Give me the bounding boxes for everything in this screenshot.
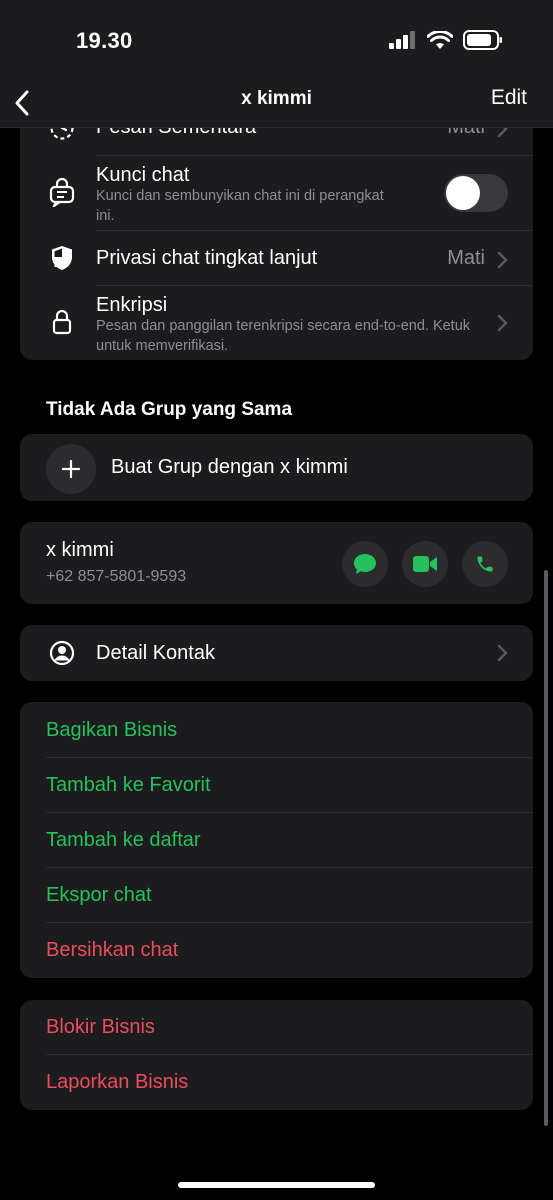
export-chat-row[interactable]: Ekspor chat xyxy=(20,868,533,923)
video-call-icon xyxy=(413,556,437,572)
edit-button[interactable]: Edit xyxy=(491,86,527,110)
clear-chat-label: Bersihkan chat xyxy=(46,939,179,961)
battery-icon xyxy=(463,30,502,50)
enkripsi-label: Enkripsi xyxy=(96,294,168,316)
chat-lock-icon xyxy=(48,177,76,207)
report-business-label: Laporkan Bisnis xyxy=(46,1071,189,1093)
phone-icon xyxy=(477,556,493,572)
contact-name: x kimmi xyxy=(46,539,114,561)
chevron-right-icon xyxy=(497,644,508,662)
contact-detail-label: Detail Kontak xyxy=(96,642,215,664)
create-group-card[interactable]: Buat Grup dengan x kimmi xyxy=(20,434,533,501)
add-favorite-row[interactable]: Tambah ke Favorit xyxy=(20,758,533,813)
kunci-chat-row: Kunci chat Kunci dan sembunyikan chat in… xyxy=(20,156,533,230)
contact-card: x kimmi +62 857-5801-9593 xyxy=(20,522,533,604)
create-group-label: Buat Grup dengan x kimmi xyxy=(111,456,348,478)
message-icon xyxy=(354,554,376,574)
share-business-label: Bagikan Bisnis xyxy=(46,719,178,741)
enkripsi-row[interactable]: Enkripsi Pesan dan panggilan terenkripsi… xyxy=(20,286,533,360)
wifi-icon xyxy=(427,30,453,49)
chevron-right-icon xyxy=(497,251,508,269)
contact-detail-card[interactable]: Detail Kontak xyxy=(20,625,533,681)
report-business-row[interactable]: Laporkan Bisnis xyxy=(20,1055,533,1110)
add-favorite-label: Tambah ke Favorit xyxy=(46,774,211,796)
phone-call-button[interactable] xyxy=(462,541,508,587)
actions-card: Bagikan Bisnis Tambah ke Favorit Tambah … xyxy=(20,702,533,978)
kunci-chat-label: Kunci chat xyxy=(96,164,190,186)
danger-card: Blokir Bisnis Laporkan Bisnis xyxy=(20,1000,533,1110)
block-business-row[interactable]: Blokir Bisnis xyxy=(20,1000,533,1055)
message-button[interactable] xyxy=(342,541,388,587)
navigation-bar: x kimmi Edit xyxy=(0,80,553,128)
privasi-chat-row[interactable]: Privasi chat tingkat lanjut Mati xyxy=(20,231,533,285)
privasi-chat-label: Privasi chat tingkat lanjut xyxy=(96,247,318,269)
contact-phone: +62 857-5801-9593 xyxy=(46,568,187,585)
chevron-right-icon xyxy=(497,314,508,332)
status-icons xyxy=(389,30,503,50)
toggle-knob xyxy=(446,176,480,210)
add-to-list-row[interactable]: Tambah ke daftar xyxy=(20,813,533,868)
video-call-button[interactable] xyxy=(402,541,448,587)
kunci-chat-toggle[interactable] xyxy=(444,174,508,212)
clear-chat-row[interactable]: Bersihkan chat xyxy=(20,923,533,978)
enkripsi-subtitle: Pesan dan panggilan terenkripsi secara e… xyxy=(96,318,471,354)
scrollbar[interactable] xyxy=(544,570,548,1126)
kunci-chat-subtitle: Kunci dan sembunyikan chat ini di perang… xyxy=(96,188,384,224)
scroll-content[interactable]: Pesan Sementara Mati Kunci chat Kunci da… xyxy=(0,0,553,1200)
person-circle-icon xyxy=(48,639,76,667)
groups-heading: Tidak Ada Grup yang Sama xyxy=(46,399,293,420)
page-title: x kimmi xyxy=(241,88,312,109)
block-business-label: Blokir Bisnis xyxy=(46,1016,155,1038)
privasi-chat-value: Mati xyxy=(447,247,485,269)
status-time: 19.30 xyxy=(76,28,133,53)
plus-icon xyxy=(46,444,96,494)
export-chat-label: Ekspor chat xyxy=(46,884,152,906)
chat-settings-card: Pesan Sementara Mati Kunci chat Kunci da… xyxy=(20,100,533,360)
cellular-signal-icon xyxy=(389,31,415,49)
add-to-list-label: Tambah ke daftar xyxy=(46,829,201,851)
shield-icon xyxy=(48,244,76,272)
share-business-row[interactable]: Bagikan Bisnis xyxy=(20,702,533,757)
status-bar: 19.30 xyxy=(0,0,553,80)
lock-icon xyxy=(48,308,76,336)
